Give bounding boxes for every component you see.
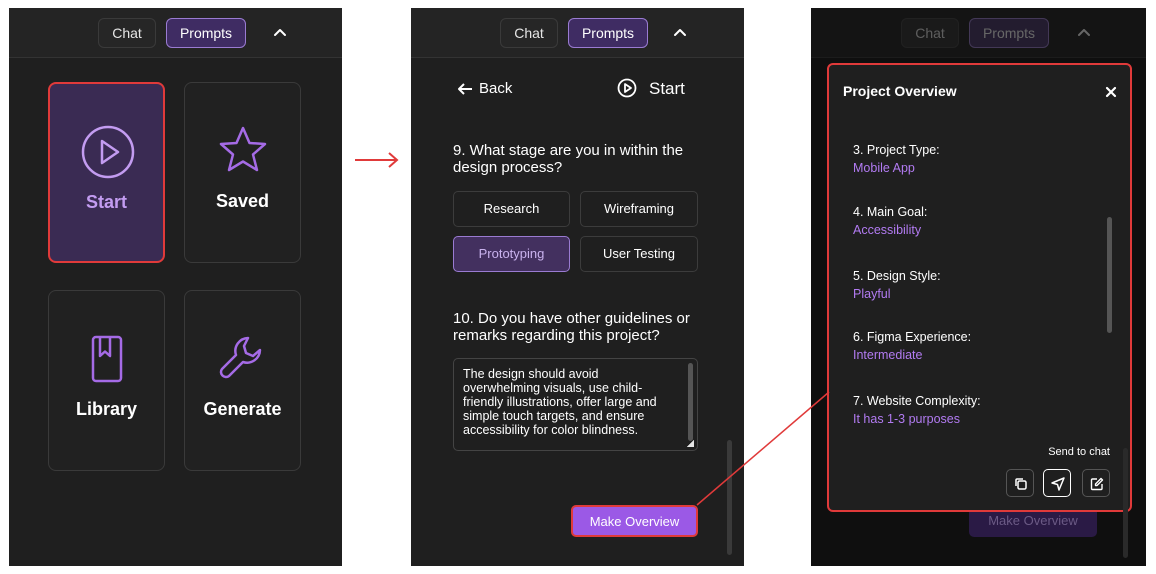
play-circle-icon bbox=[81, 125, 135, 179]
tile-saved-label: Saved bbox=[215, 191, 270, 211]
send-icon bbox=[1051, 477, 1065, 491]
question-10: 10. Do you have other guidelines or rema… bbox=[453, 310, 690, 344]
play-circle-icon bbox=[617, 78, 637, 98]
arrow-left-icon bbox=[458, 83, 472, 95]
overview-item: 7. Website Complexity: It has 1-3 purpos… bbox=[853, 394, 981, 426]
tile-start[interactable]: Start bbox=[48, 82, 165, 263]
overview-item-value: Intermediate bbox=[853, 348, 923, 362]
copy-icon bbox=[1015, 478, 1027, 490]
tab-chat[interactable]: Chat bbox=[98, 18, 156, 48]
panel-scrollbar[interactable] bbox=[727, 440, 732, 555]
panel-scrollbar[interactable] bbox=[1123, 448, 1128, 558]
overview-item: 5. Design Style: Playful bbox=[853, 269, 941, 301]
make-overview-button[interactable]: Make Overview bbox=[571, 505, 698, 537]
overview-item: 3. Project Type: Mobile App bbox=[853, 143, 940, 175]
send-to-chat-button[interactable] bbox=[1043, 469, 1071, 497]
tab-chat[interactable]: Chat bbox=[901, 18, 959, 48]
overview-item-label: 4. Main Goal: bbox=[853, 205, 928, 219]
option-research[interactable]: Research bbox=[453, 191, 570, 227]
tile-generate-label: Generate bbox=[203, 399, 282, 419]
chevron-up-icon[interactable] bbox=[669, 22, 691, 44]
tab-prompts[interactable]: Prompts bbox=[166, 18, 246, 48]
chevron-up-icon[interactable] bbox=[1073, 22, 1095, 44]
project-overview-modal: Project Overview 3. Project Type: Mobile… bbox=[827, 63, 1132, 512]
overview-item: 4. Main Goal: Accessibility bbox=[853, 205, 927, 237]
wrench-icon bbox=[219, 336, 262, 379]
option-wireframing[interactable]: Wireframing bbox=[580, 191, 698, 227]
overview-item-value: It has 1-3 purposes bbox=[853, 412, 961, 426]
modal-scrollbar[interactable] bbox=[1107, 217, 1112, 333]
question-9: 9. What stage are you in within the desi… bbox=[453, 142, 684, 176]
questions-panel: Chat Prompts Back Start 9. What stage ar… bbox=[411, 8, 744, 566]
edit-icon bbox=[1090, 477, 1104, 491]
back-label: Back bbox=[479, 80, 513, 97]
resize-handle-icon[interactable] bbox=[687, 440, 694, 447]
modal-title: Project Overview bbox=[843, 83, 957, 99]
send-to-chat-label: Send to chat bbox=[1048, 446, 1110, 458]
tab-chat[interactable]: Chat bbox=[500, 18, 558, 48]
tab-prompts[interactable]: Prompts bbox=[969, 18, 1049, 48]
chevron-up-icon[interactable] bbox=[269, 22, 291, 44]
star-icon bbox=[219, 126, 267, 172]
close-icon[interactable] bbox=[1104, 85, 1118, 99]
prompts-home-panel: Chat Prompts Start Saved Library Generat… bbox=[9, 8, 342, 566]
tile-start-label: Start bbox=[85, 192, 127, 212]
tile-saved[interactable]: Saved bbox=[184, 82, 301, 263]
overview-item-label: 5. Design Style: bbox=[853, 269, 941, 283]
edit-button[interactable] bbox=[1082, 469, 1110, 497]
overview-item-label: 3. Project Type: bbox=[853, 143, 940, 157]
tab-prompts[interactable]: Prompts bbox=[568, 18, 648, 48]
back-button[interactable]: Back bbox=[457, 80, 512, 97]
copy-button[interactable] bbox=[1006, 469, 1034, 497]
top-bar: Chat Prompts bbox=[811, 8, 1146, 58]
overview-item-value: Playful bbox=[853, 287, 891, 301]
overview-panel: Chat Prompts Make Overview Project Overv… bbox=[811, 8, 1146, 566]
remarks-textarea[interactable]: The design should avoid overwhelming vis… bbox=[453, 358, 698, 451]
top-bar: Chat Prompts bbox=[411, 8, 744, 58]
tile-generate[interactable]: Generate bbox=[184, 290, 301, 471]
flow-arrow-icon bbox=[355, 152, 399, 168]
remarks-text: The design should avoid overwhelming vis… bbox=[463, 367, 657, 437]
tile-library[interactable]: Library bbox=[48, 290, 165, 471]
overview-item-value: Mobile App bbox=[853, 161, 915, 175]
start-label: Start bbox=[649, 79, 685, 98]
textarea-scrollbar[interactable] bbox=[688, 363, 693, 441]
overview-item: 6. Figma Experience: Intermediate bbox=[853, 330, 971, 362]
option-user-testing[interactable]: User Testing bbox=[580, 236, 698, 272]
option-prototyping[interactable]: Prototyping bbox=[453, 236, 570, 272]
overview-item-value: Accessibility bbox=[853, 223, 922, 237]
bookmark-book-icon bbox=[91, 335, 123, 383]
top-bar: Chat Prompts bbox=[9, 8, 342, 58]
start-button[interactable]: Start bbox=[617, 78, 685, 99]
overview-item-label: 7. Website Complexity: bbox=[853, 394, 981, 408]
tile-library-label: Library bbox=[75, 399, 138, 419]
overview-item-label: 6. Figma Experience: bbox=[853, 330, 972, 344]
